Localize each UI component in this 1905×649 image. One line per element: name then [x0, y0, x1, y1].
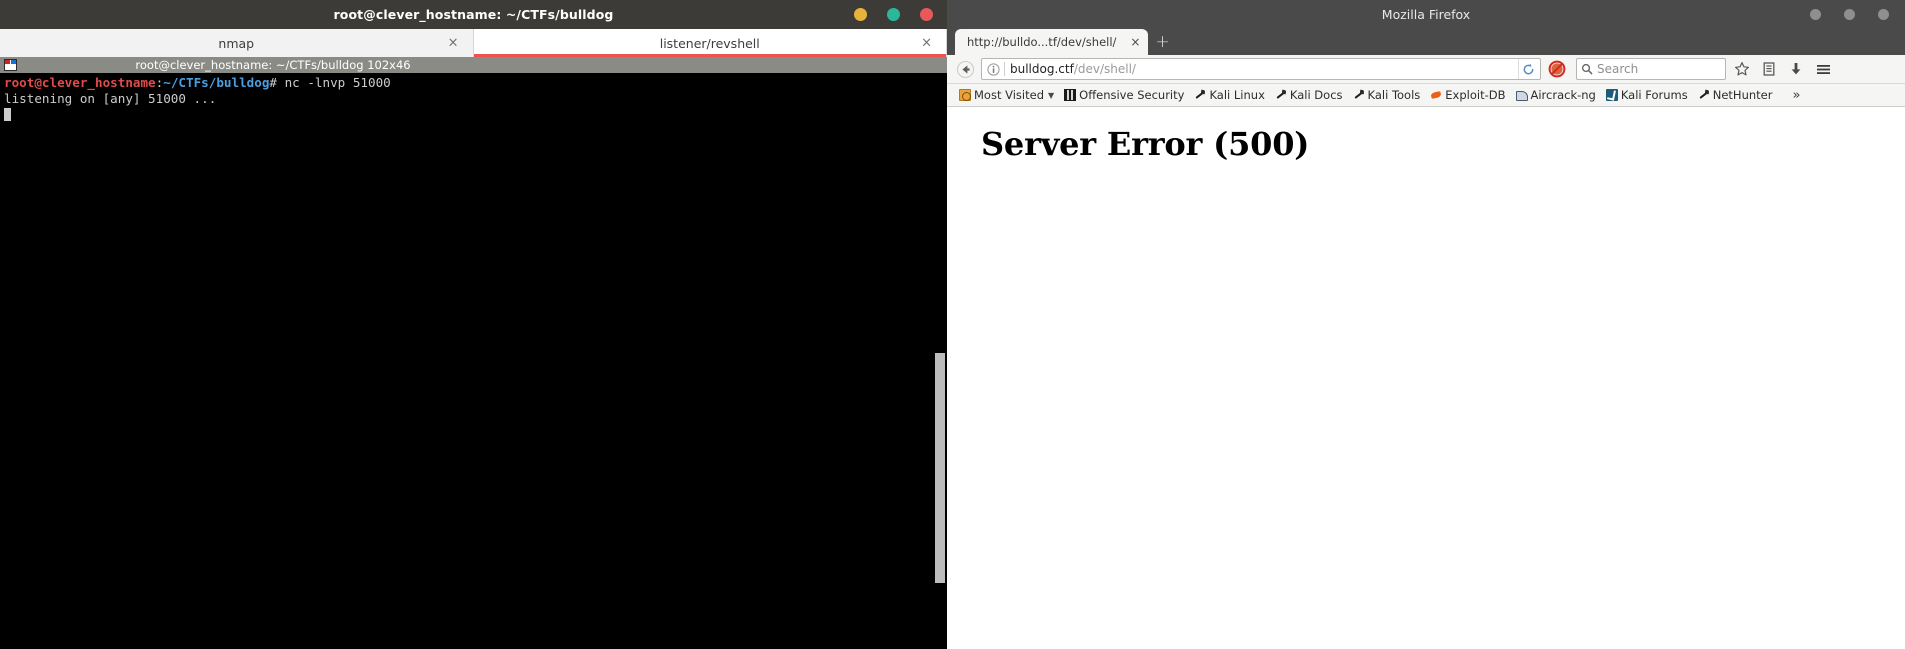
terminal-cursor-line [4, 107, 947, 123]
bookmark-label: Aircrack-ng [1530, 88, 1596, 102]
kali-dragon-icon [1194, 89, 1206, 101]
url-separator [1004, 62, 1005, 76]
offensive-security-icon [1064, 89, 1077, 101]
bookmark-label: Kali Forums [1620, 88, 1688, 102]
library-icon[interactable] [1758, 58, 1780, 80]
close-circle-icon[interactable] [1878, 9, 1889, 20]
prompt-sigil: # [269, 75, 285, 90]
aircrack-ng-icon [1515, 89, 1529, 101]
maximize-circle-icon[interactable] [1844, 9, 1855, 20]
bookmark-most-visited[interactable]: Most Visited ▼ [955, 87, 1058, 103]
terminal-tab-nmap[interactable]: nmap × [0, 29, 474, 57]
noscript-blocked-icon[interactable] [1546, 58, 1568, 80]
terminal-tab-bar: nmap × listener/revshell × [0, 29, 947, 57]
firefox-navigation-toolbar: bulldog.ctf/dev/shell/ Search [947, 55, 1905, 84]
close-icon[interactable]: × [1130, 36, 1140, 48]
terminal-output-area[interactable]: root@clever_hostname:~/CTFs/bulldog# nc … [0, 73, 947, 649]
firefox-window: Mozilla Firefox http://bulldo...tf/dev/s… [947, 0, 1905, 649]
bookmark-label: Most Visited [974, 88, 1044, 102]
bookmark-kali-docs[interactable]: Kali Docs [1271, 87, 1347, 103]
bookmark-nethunter[interactable]: NetHunter [1694, 87, 1777, 103]
bookmark-aircrack-ng[interactable]: Aircrack-ng [1511, 87, 1599, 103]
bookmark-label: Kali Docs [1289, 88, 1343, 102]
exploit-db-icon [1430, 89, 1442, 101]
search-icon [1581, 60, 1593, 79]
terminal-window-controls [854, 0, 933, 29]
download-arrow-icon[interactable] [1785, 58, 1807, 80]
bookmarks-toolbar: Most Visited ▼ Offensive Security Kali L… [947, 84, 1905, 107]
terminal-scrollbar-thumb[interactable] [935, 353, 945, 583]
bookmark-kali-tools[interactable]: Kali Tools [1349, 87, 1425, 103]
url-text: bulldog.ctf/dev/shell/ [1010, 62, 1518, 76]
bookmark-label: Exploit-DB [1445, 88, 1506, 102]
bookmarks-overflow-button[interactable]: » [1786, 88, 1806, 103]
new-tab-button[interactable]: + [1148, 29, 1176, 55]
terminal-titlebar: root@clever_hostname: ~/CTFs/bulldog [0, 0, 947, 29]
firefox-titlebar: Mozilla Firefox [947, 0, 1905, 29]
kali-dragon-icon [1275, 89, 1287, 101]
bookmark-label: Kali Linux [1209, 88, 1265, 102]
terminal-output-line: listening on [any] 51000 ... [4, 91, 217, 106]
close-icon[interactable]: × [921, 37, 932, 50]
back-arrow-icon[interactable] [954, 58, 976, 80]
terminal-prompt-line: root@clever_hostname:~/CTFs/bulldog# nc … [4, 75, 947, 91]
browser-tab-dev-shell[interactable]: http://bulldo...tf/dev/shell/ × [955, 29, 1149, 55]
close-icon[interactable]: × [448, 37, 459, 50]
info-icon[interactable] [986, 62, 1001, 77]
bookmark-kali-forums[interactable]: Kali Forums [1602, 87, 1692, 103]
terminal-tab-label: listener/revshell [659, 35, 760, 51]
firefox-tab-strip: http://bulldo...tf/dev/shell/ × + [947, 29, 1905, 55]
star-icon[interactable] [1731, 58, 1753, 80]
bookmark-label: Kali Tools [1367, 88, 1421, 102]
prompt-user-host: root@clever_hostname [4, 75, 156, 90]
search-bar[interactable]: Search [1576, 58, 1726, 80]
terminal-pane-titlebar: root@clever_hostname: ~/CTFs/bulldog 102… [0, 57, 947, 73]
close-circle-icon[interactable] [920, 8, 933, 21]
bookmark-label: Offensive Security [1079, 88, 1185, 102]
minimize-circle-icon[interactable] [1810, 9, 1821, 20]
terminal-command: nc -lnvp 51000 [284, 75, 391, 90]
firefox-window-title: Mozilla Firefox [1381, 7, 1471, 22]
kali-forums-icon [1605, 89, 1618, 101]
bookmark-offensive-security[interactable]: Offensive Security [1060, 87, 1188, 103]
kali-dragon-icon [1353, 89, 1365, 101]
terminal-cursor [4, 108, 11, 121]
desktop-screen: root@clever_hostname: ~/CTFs/bulldog nma… [0, 0, 1905, 649]
bookmark-exploit-db[interactable]: Exploit-DB [1426, 87, 1509, 103]
browser-tab-label: http://bulldo...tf/dev/shell/ [967, 35, 1117, 49]
url-bar[interactable]: bulldog.ctf/dev/shell/ [981, 58, 1541, 80]
terminal-pane-icon [4, 59, 17, 71]
bookmark-kali-linux[interactable]: Kali Linux [1190, 87, 1268, 103]
chevron-down-icon: ▼ [1048, 90, 1055, 100]
url-host: bulldog.ctf [1010, 62, 1074, 76]
page-content: Server Error (500) [947, 107, 1905, 649]
terminal-tab-label: nmap [218, 35, 255, 51]
terminal-window-title: root@clever_hostname: ~/CTFs/bulldog [333, 7, 614, 22]
search-input-placeholder[interactable]: Search [1597, 62, 1638, 76]
kali-dragon-icon [1698, 89, 1710, 101]
firefox-window-controls [1810, 0, 1889, 29]
terminal-pane-title: root@clever_hostname: ~/CTFs/bulldog 102… [135, 58, 411, 72]
reload-icon[interactable] [1518, 59, 1538, 79]
hamburger-menu-icon[interactable] [1812, 58, 1834, 80]
url-path: /dev/shell/ [1073, 62, 1136, 76]
terminal-tab-listener-revshell[interactable]: listener/revshell × [473, 29, 947, 57]
terminal-window: root@clever_hostname: ~/CTFs/bulldog nma… [0, 0, 947, 649]
prompt-path: ~/CTFs/bulldog [163, 75, 270, 90]
minimize-circle-icon[interactable] [854, 8, 867, 21]
page-title: Server Error (500) [981, 125, 1310, 163]
maximize-circle-icon[interactable] [887, 8, 900, 21]
most-visited-icon [959, 89, 971, 101]
bookmark-label: NetHunter [1712, 88, 1773, 102]
